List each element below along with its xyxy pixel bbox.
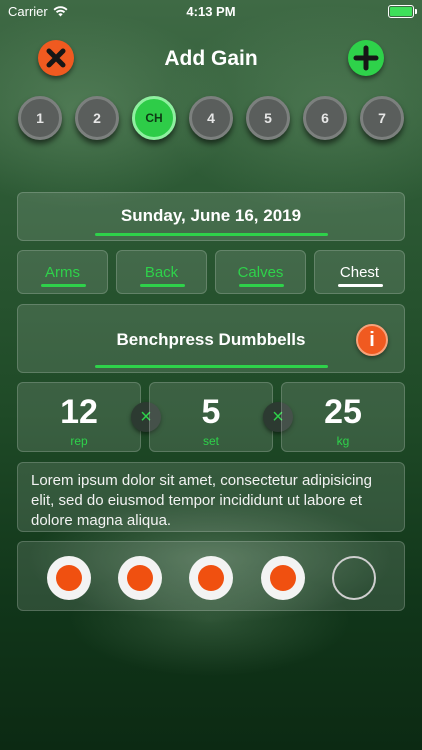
info-button[interactable]: i [356, 324, 388, 356]
day-button-2[interactable]: 2 [75, 96, 119, 140]
tab-underline [140, 284, 185, 287]
tab-underline [239, 284, 284, 287]
set-tracker [17, 541, 405, 611]
exercise-underline [95, 365, 328, 368]
sets-value: 5 [201, 393, 221, 431]
date-underline [95, 233, 328, 236]
tab-chest[interactable]: Chest [314, 250, 405, 294]
date-picker[interactable]: Sunday, June 16, 2019 [17, 192, 405, 241]
set-toggle-4[interactable] [261, 556, 305, 600]
day-button-7[interactable]: 7 [360, 96, 404, 140]
weight-unit: kg [336, 434, 350, 448]
nav-bar: Add Gain [0, 38, 422, 82]
tab-label: Arms [45, 264, 80, 281]
battery-icon [388, 5, 417, 18]
reps-value: 12 [60, 393, 98, 431]
set-toggle-2[interactable] [118, 556, 162, 600]
day-button-4[interactable]: 4 [189, 96, 233, 140]
tab-arms[interactable]: Arms [17, 250, 108, 294]
set-toggle-3[interactable] [189, 556, 233, 600]
plus-icon [353, 45, 379, 71]
sets-field[interactable]: 5 set [149, 382, 273, 452]
weight-field[interactable]: 25 kg [281, 382, 405, 452]
set-toggle-1[interactable] [47, 556, 91, 600]
set-toggle-5[interactable] [332, 556, 376, 600]
reps-unit: rep [70, 434, 88, 448]
reps-field[interactable]: 12 rep [17, 382, 141, 452]
date-label: Sunday, June 16, 2019 [120, 206, 302, 225]
day-button-6[interactable]: 6 [303, 96, 347, 140]
day-button-5[interactable]: 5 [246, 96, 290, 140]
tab-back[interactable]: Back [116, 250, 207, 294]
tab-label: Back [144, 264, 179, 281]
day-selector: 1 2 CH 4 5 6 7 [0, 96, 422, 142]
tab-underline [41, 284, 86, 287]
day-button-ch[interactable]: CH [132, 96, 176, 140]
weight-value: 25 [324, 393, 362, 431]
day-button-1[interactable]: 1 [18, 96, 62, 140]
sets-unit: set [202, 434, 219, 448]
status-bar: Carrier 4:13 PM [0, 0, 422, 22]
clock: 4:13 PM [186, 4, 236, 19]
add-button[interactable] [348, 40, 384, 76]
note-field[interactable]: Lorem ipsum dolor sit amet, consectetur … [17, 462, 405, 532]
note-text: Lorem ipsum dolor sit amet, consectetur … [31, 472, 372, 529]
tab-calves[interactable]: Calves [215, 250, 306, 294]
tab-label: Chest [339, 264, 380, 281]
exercise-selector[interactable]: Benchpress Dumbbells i [17, 304, 405, 373]
info-icon: i [369, 328, 375, 351]
tab-underline [338, 284, 383, 287]
tab-label: Calves [237, 264, 284, 281]
exercise-name: Benchpress Dumbbells [116, 330, 306, 349]
